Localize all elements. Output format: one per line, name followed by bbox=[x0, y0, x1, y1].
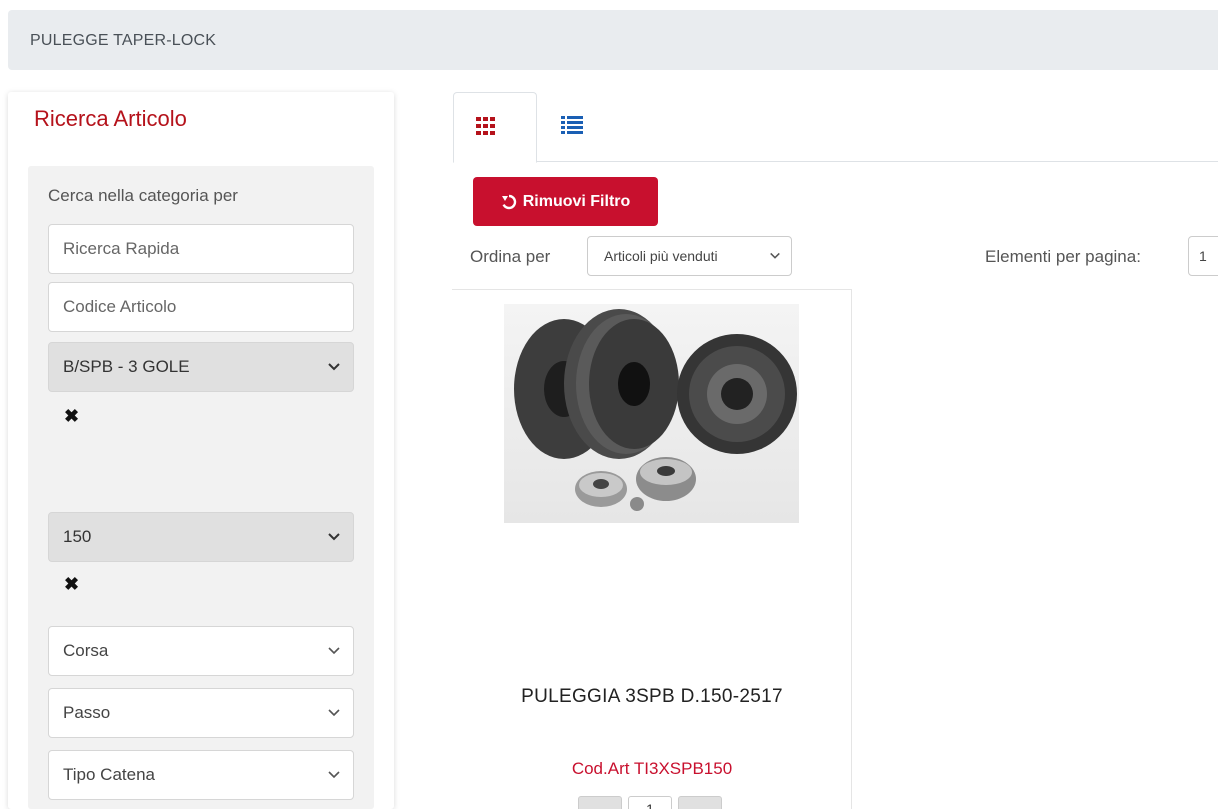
product-image[interactable] bbox=[504, 304, 799, 523]
per-page-select-value: 1 bbox=[1199, 248, 1207, 264]
list-icon bbox=[561, 116, 583, 134]
sort-select[interactable]: Articoli più venduti bbox=[587, 236, 792, 276]
chevron-down-icon bbox=[328, 533, 340, 541]
undo-icon bbox=[501, 194, 516, 209]
product-name[interactable]: PULEGGIA 3SPB D.150-2517 bbox=[452, 686, 852, 708]
passo-select-value: Passo bbox=[63, 703, 111, 722]
search-sidebar: Ricerca Articolo Cerca nella categoria p… bbox=[8, 92, 394, 809]
quick-search-input[interactable]: Ricerca Rapida bbox=[48, 224, 354, 274]
per-page-label: Elementi per pagina: bbox=[985, 247, 1141, 266]
sidebar-title: Ricerca Articolo bbox=[34, 106, 187, 131]
passo-select[interactable]: Passo bbox=[48, 688, 354, 738]
chevron-down-icon bbox=[328, 363, 340, 371]
per-page-select[interactable]: 1 bbox=[1188, 236, 1218, 276]
article-code-input[interactable]: Codice Articolo bbox=[48, 282, 354, 332]
category-select[interactable]: B/SPB - 3 GOLE bbox=[48, 342, 354, 392]
clear-category-icon[interactable]: ✖ bbox=[64, 406, 79, 427]
search-panel: Cerca nella categoria per Ricerca Rapida… bbox=[28, 166, 374, 809]
tab-list-view[interactable] bbox=[543, 92, 627, 163]
sort-label: Ordina per bbox=[470, 247, 551, 266]
quantity-input[interactable]: 1 bbox=[628, 796, 672, 809]
remove-filter-label: Rimuovi Filtro bbox=[522, 192, 631, 210]
remove-filter-button[interactable]: Rimuovi Filtro bbox=[473, 177, 658, 226]
corsa-select[interactable]: Corsa bbox=[48, 626, 354, 676]
quantity-increment-button[interactable] bbox=[678, 796, 722, 809]
chevron-down-icon bbox=[328, 647, 340, 655]
tab-grid-view[interactable] bbox=[453, 92, 537, 163]
search-label: Cerca nella categoria per bbox=[48, 186, 238, 205]
chevron-down-icon bbox=[328, 771, 340, 779]
breadcrumb: PULEGGE TAPER-LOCK bbox=[8, 10, 1218, 70]
clear-diameter-icon[interactable]: ✖ bbox=[64, 574, 79, 595]
diameter-select[interactable]: 150 bbox=[48, 512, 354, 562]
category-select-value: B/SPB - 3 GOLE bbox=[63, 357, 190, 376]
chevron-down-icon bbox=[328, 709, 340, 717]
quantity-decrement-button[interactable] bbox=[578, 796, 622, 809]
product-code: Cod.Art TI3XSPB150 bbox=[571, 759, 733, 778]
tipo-catena-select[interactable]: Tipo Catena bbox=[48, 750, 354, 800]
grid-icon bbox=[476, 117, 495, 135]
diameter-select-value: 150 bbox=[63, 527, 92, 546]
breadcrumb-title: PULEGGE TAPER-LOCK bbox=[30, 32, 217, 49]
view-tabs bbox=[453, 92, 1218, 163]
corsa-select-value: Corsa bbox=[63, 641, 109, 660]
pulley-image bbox=[514, 309, 797, 511]
sort-select-value: Articoli più venduti bbox=[604, 248, 718, 264]
tipo-catena-select-value: Tipo Catena bbox=[63, 765, 155, 784]
chevron-down-icon bbox=[770, 252, 780, 259]
product-card[interactable]: PULEGGIA 3SPB D.150-2517 Cod.Art TI3XSPB… bbox=[452, 289, 852, 809]
